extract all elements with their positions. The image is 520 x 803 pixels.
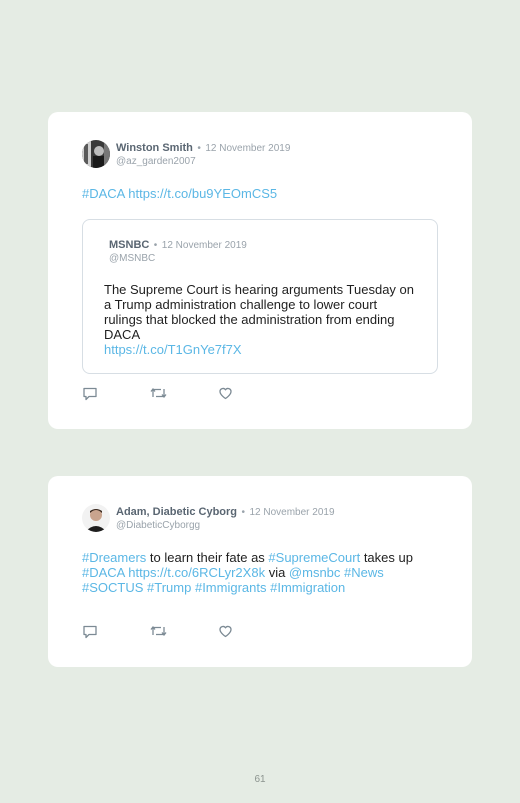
tweet-link[interactable]: https://t.co/bu9YEOmCS5: [128, 186, 277, 201]
author-name[interactable]: Winston Smith: [116, 142, 193, 154]
tweet-link[interactable]: https://t.co/6RCLyr2X8k: [128, 565, 265, 580]
tweet-text-part[interactable]: #DACA: [82, 186, 125, 201]
like-icon: [219, 625, 232, 638]
avatar[interactable]: [82, 140, 110, 168]
mention-link[interactable]: @msnbc: [289, 565, 341, 580]
separator: •: [197, 143, 201, 154]
author-handle[interactable]: @DiabeticCyborgg: [116, 519, 335, 532]
retweet-button[interactable]: [150, 623, 218, 639]
tweet-text-part: takes up: [360, 550, 413, 565]
avatar[interactable]: [82, 504, 110, 532]
tweet-card: Adam, Diabetic Cyborg • 12 November 2019…: [48, 476, 472, 667]
author-name[interactable]: Adam, Diabetic Cyborg: [116, 506, 237, 518]
like-icon: [219, 387, 232, 400]
retweet-icon: [150, 387, 167, 399]
reply-button[interactable]: [82, 385, 150, 401]
tweet-date[interactable]: 12 November 2019: [249, 507, 334, 518]
quoted-text: The Supreme Court is hearing arguments T…: [104, 282, 415, 342]
quoted-link[interactable]: https://t.co/T1GnYe7f7X: [104, 342, 242, 357]
page-number: 61: [254, 774, 266, 785]
quoted-tweet[interactable]: MSNBC • 12 November 2019 @MSNBC The Supr…: [82, 219, 438, 374]
tweet-card: Winston Smith • 12 November 2019 @az_gar…: [48, 112, 472, 429]
tweet-text: #Dreamers to learn their fate as #Suprem…: [82, 550, 442, 595]
reply-button[interactable]: [82, 623, 150, 639]
tweet-text-part: to learn their fate as: [146, 550, 269, 565]
hashtag-link[interactable]: #SOCTUS: [82, 580, 143, 595]
tweet-header: Adam, Diabetic Cyborg • 12 November 2019…: [82, 504, 335, 532]
tweet-actions: [82, 385, 286, 401]
hashtag-link[interactable]: #Dreamers: [82, 550, 146, 565]
quoted-author-name[interactable]: MSNBC: [109, 239, 149, 251]
like-button[interactable]: [218, 623, 286, 639]
separator: •: [241, 507, 245, 518]
author-handle[interactable]: @az_garden2007: [116, 155, 290, 168]
hashtag-link[interactable]: #SupremeCourt: [268, 550, 360, 565]
hashtag-link[interactable]: #News: [344, 565, 384, 580]
hashtag-link[interactable]: #DACA: [82, 565, 125, 580]
tweet-text-part: via: [265, 565, 289, 580]
tweet-text: #DACA https://t.co/bu9YEOmCS5: [82, 186, 442, 201]
hashtag-link[interactable]: #Trump: [147, 580, 191, 595]
reply-icon: [83, 625, 97, 638]
reply-icon: [83, 387, 97, 400]
quoted-tweet-text: The Supreme Court is hearing arguments T…: [104, 282, 414, 357]
quoted-author-handle[interactable]: @MSNBC: [109, 252, 247, 265]
retweet-button[interactable]: [150, 385, 218, 401]
retweet-icon: [150, 625, 167, 637]
tweet-header: Winston Smith • 12 November 2019 @az_gar…: [82, 140, 290, 168]
tweet-date[interactable]: 12 November 2019: [205, 143, 290, 154]
tweet-actions: [82, 623, 286, 639]
hashtag-link[interactable]: #Immigrants: [195, 580, 267, 595]
like-button[interactable]: [218, 385, 286, 401]
quoted-tweet-date: 12 November 2019: [161, 240, 247, 251]
hashtag-link[interactable]: #Immigration: [270, 580, 345, 595]
separator: •: [153, 240, 158, 251]
